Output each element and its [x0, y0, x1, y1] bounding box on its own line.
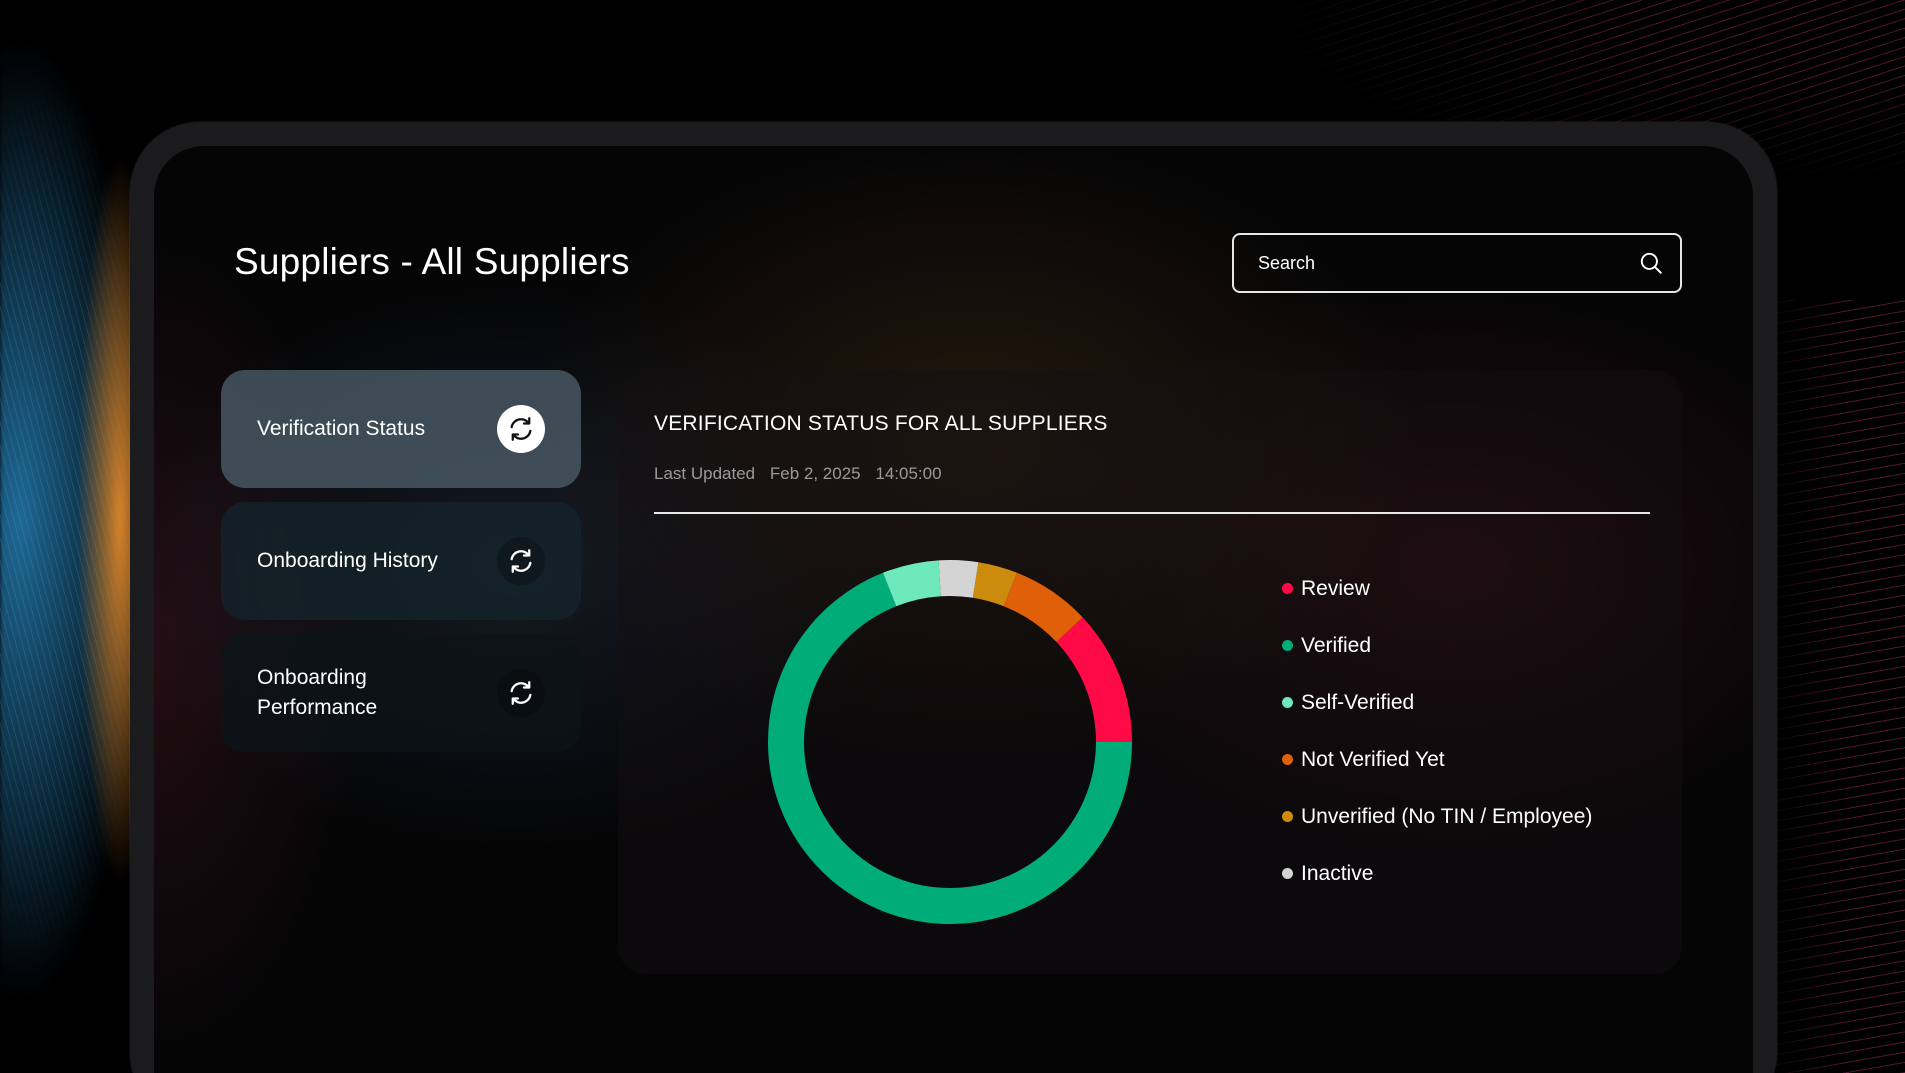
nav-item-label: Onboarding History: [257, 549, 438, 572]
device-frame: Suppliers - All Suppliers Verification S…: [130, 122, 1777, 1073]
legend-label: Review: [1301, 576, 1370, 600]
nav-item-label: Verification Status: [257, 417, 426, 440]
refresh-icon[interactable]: [497, 405, 545, 453]
legend-item: Self-Verified: [1282, 674, 1592, 731]
legend-item: Not Verified Yet: [1282, 731, 1592, 788]
nav-item-verification-status[interactable]: Verification Status: [221, 370, 581, 488]
app-screen: Suppliers - All Suppliers Verification S…: [154, 146, 1753, 1073]
legend-swatch: [1282, 868, 1293, 879]
nav-item-onboarding-performance[interactable]: Onboarding Performance: [221, 634, 581, 752]
donut-slice-review[interactable]: [1056, 617, 1132, 742]
legend-swatch: [1282, 754, 1293, 765]
donut-slice-inactive[interactable]: [938, 560, 979, 598]
background-fibers-left-lines: [0, 0, 150, 1073]
donut-chart: [768, 560, 1132, 924]
legend-item: Verified: [1282, 617, 1592, 674]
search-box[interactable]: [1232, 233, 1682, 293]
nav-item-onboarding-history[interactable]: Onboarding History: [221, 502, 581, 620]
last-updated: Last Updated Feb 2, 2025 14:05:00: [654, 464, 952, 484]
panel-title: VERIFICATION STATUS FOR ALL SUPPLIERS: [654, 412, 1108, 435]
page-title: Suppliers - All Suppliers: [234, 241, 630, 282]
legend-label: Not Verified Yet: [1301, 747, 1445, 771]
panel-divider: [654, 512, 1650, 514]
legend-swatch: [1282, 811, 1293, 822]
legend-item: Review: [1282, 560, 1592, 617]
legend-label: Inactive: [1301, 861, 1374, 885]
verification-status-panel: VERIFICATION STATUS FOR ALL SUPPLIERS La…: [618, 370, 1682, 974]
legend-label: Unverified (No TIN / Employee): [1301, 804, 1593, 828]
legend-item: Inactive: [1282, 845, 1592, 902]
refresh-icon[interactable]: [497, 669, 545, 717]
last-updated-date: Feb 2, 2025: [769, 464, 861, 483]
refresh-icon[interactable]: [497, 537, 545, 585]
legend-swatch: [1282, 697, 1293, 708]
nav-item-label: Onboarding Performance: [257, 666, 378, 719]
legend-label: Verified: [1301, 633, 1372, 657]
legend-swatch: [1282, 640, 1293, 651]
last-updated-time: 14:05:00: [875, 464, 942, 483]
legend-swatch: [1282, 583, 1293, 594]
last-updated-label: Last Updated: [654, 464, 756, 483]
chart-legend: Review Verified Self-Verified Not Verified …: [1282, 560, 1592, 902]
legend-label: Self-Verified: [1301, 690, 1415, 714]
legend-item: Unverified (No TIN / Employee): [1282, 788, 1592, 845]
search-icon[interactable]: [1638, 250, 1664, 276]
background-fibers-right: [1765, 300, 1905, 1073]
report-nav: Verification Status Onboarding History O…: [221, 370, 581, 766]
search-input[interactable]: [1258, 252, 1638, 274]
